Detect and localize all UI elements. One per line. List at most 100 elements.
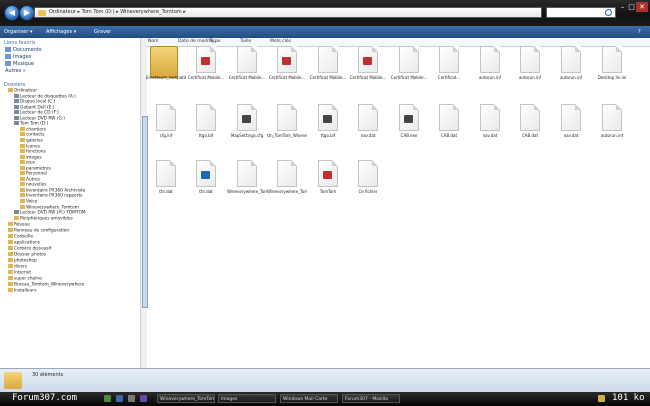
column-header[interactable]: Mots clés <box>270 39 291 44</box>
favorite-label: Autres » <box>5 68 26 74</box>
tree-item[interactable]: photoshop <box>8 257 37 264</box>
file-name: autorun.inf <box>600 133 624 138</box>
quicklaunch-icon[interactable] <box>104 395 111 402</box>
file-name: MapSettings.cfg <box>230 133 264 138</box>
column-header[interactable]: Taille <box>240 39 251 44</box>
tree-item[interactable]: Installeurs <box>8 287 37 294</box>
favorite-link[interactable]: Autres » <box>5 68 26 74</box>
tray-icon[interactable] <box>598 395 605 402</box>
file-icon <box>602 104 622 131</box>
file-icon <box>561 104 581 131</box>
favorite-link[interactable]: Images <box>5 54 31 60</box>
folder-icon <box>8 287 13 292</box>
search-icon <box>605 9 612 16</box>
taskbar-button[interactable]: Wineverywhere_TomTom <box>157 394 215 403</box>
column-header[interactable]: Type <box>210 39 220 44</box>
quicklaunch-icon[interactable] <box>140 395 147 402</box>
tree-item-label: photoshop <box>14 258 37 264</box>
file-type-icon <box>201 57 210 65</box>
folder-icon <box>14 215 19 220</box>
tree-item[interactable]: Réseau <box>8 221 30 228</box>
tree-item-label: Panneau de configuration <box>14 228 70 234</box>
drive-icon <box>14 110 19 115</box>
favorite-label: Documents <box>13 47 42 53</box>
scrollbar-thumb[interactable] <box>142 116 148 308</box>
file-icon <box>480 104 500 131</box>
file-name: CAB.dat <box>521 133 539 138</box>
search-input[interactable] <box>546 7 616 18</box>
taskbar-button[interactable]: Forum307 - Mozilla <box>342 394 400 403</box>
column-header[interactable]: Nom <box>148 39 159 44</box>
tree-item[interactable]: applications <box>8 239 40 245</box>
details-pane: 30 éléments <box>0 368 650 392</box>
file-name: Certificat Mobile... <box>187 75 225 80</box>
explorer-window: ◀ ▶ Ordinateur ▸ Tom Tom (D:) ▸ Winevery… <box>0 0 650 392</box>
favorites-header: Liens favoris <box>4 40 36 46</box>
tree-item[interactable]: Périphériques amovibles <box>14 215 73 221</box>
quicklaunch-icon[interactable] <box>128 395 135 402</box>
file-name: Wineverywhere_TomTom <box>267 189 307 194</box>
minimize-button[interactable]: – <box>618 2 627 12</box>
favorite-label: Images <box>13 54 32 60</box>
tree-item[interactable]: Corbeille <box>8 233 33 239</box>
documents-icon <box>5 47 11 52</box>
folder-icon <box>38 10 46 16</box>
folder-icon <box>8 88 13 92</box>
back-button[interactable]: ◀ <box>4 5 20 21</box>
clock: 101 ko <box>612 393 645 403</box>
file-icon <box>561 46 581 73</box>
forward-button[interactable]: ▶ <box>19 5 35 21</box>
file-icon <box>520 104 540 131</box>
tree-item[interactable]: Cerbère dissuasif <box>8 245 51 251</box>
drive-icon <box>14 104 19 109</box>
file-name: Certificat Mobile... <box>268 75 306 80</box>
tree-item[interactable]: Internet <box>8 269 32 276</box>
favorite-link[interactable]: Musique <box>5 61 34 67</box>
tree-item-label: Internet <box>14 270 32 276</box>
tree-item[interactable]: Panneau de configuration <box>8 227 70 234</box>
help-button[interactable]: ? <box>638 28 641 36</box>
taskbar: Forum307.com Wineverywhere_TomTom images… <box>0 392 650 406</box>
favorite-link[interactable]: Documents <box>5 47 42 53</box>
file-icon <box>237 46 257 73</box>
close-button[interactable]: ✕ <box>636 2 648 12</box>
organize-button[interactable]: Organiser ▾ <box>4 28 33 36</box>
file-name: ttn_TomTom_Wineverywhere <box>267 133 307 138</box>
folder-icon <box>20 171 25 176</box>
maximize-button[interactable]: □ <box>627 2 636 12</box>
tree-item-label: Réseau <box>14 222 30 228</box>
tree-item-label: Dossier photos <box>14 252 47 258</box>
sidebar-scrollbar[interactable] <box>140 38 148 368</box>
burn-button[interactable]: Graver <box>94 28 111 36</box>
folder-icon <box>20 154 25 159</box>
quicklaunch-icon[interactable] <box>116 395 123 402</box>
views-button[interactable]: Affichages ▾ <box>46 28 76 36</box>
folder-icon <box>20 137 25 142</box>
file-name: CAB.dat <box>440 133 458 138</box>
pictures-icon <box>5 54 11 59</box>
folder-icon <box>20 204 25 209</box>
file-type-icon <box>242 115 251 123</box>
folder-icon <box>20 149 25 154</box>
folder-icon <box>8 257 13 262</box>
tree-item[interactable]: Bureau_Tomtom_Wineverywhere <box>8 281 84 287</box>
file-name: ttn.dat <box>159 189 173 194</box>
file-name: ttn.dat <box>199 189 213 194</box>
tree-item[interactable]: super chaîne <box>8 275 42 281</box>
tree-item[interactable]: divers <box>8 263 27 269</box>
tree-item[interactable]: Dossier photos <box>8 251 47 258</box>
folder-icon <box>8 263 13 268</box>
file-type-icon <box>323 115 332 123</box>
file-name: nav.dat <box>563 133 579 138</box>
folder-icon <box>8 251 13 256</box>
drive-icon <box>14 93 19 98</box>
taskbar-button[interactable]: images <box>218 394 276 403</box>
drive-icon <box>14 99 19 104</box>
address-bar[interactable]: Ordinateur ▸ Tom Tom (D:) ▸ Wineverywher… <box>34 7 542 18</box>
taskbar-button[interactable]: Windows Mail Carte <box>280 394 338 403</box>
folder-icon <box>20 165 25 170</box>
music-icon <box>5 61 11 66</box>
tree-item-label: Installeurs <box>14 288 37 294</box>
file-name: CAB.exe <box>400 133 418 138</box>
file-icon <box>480 46 500 73</box>
